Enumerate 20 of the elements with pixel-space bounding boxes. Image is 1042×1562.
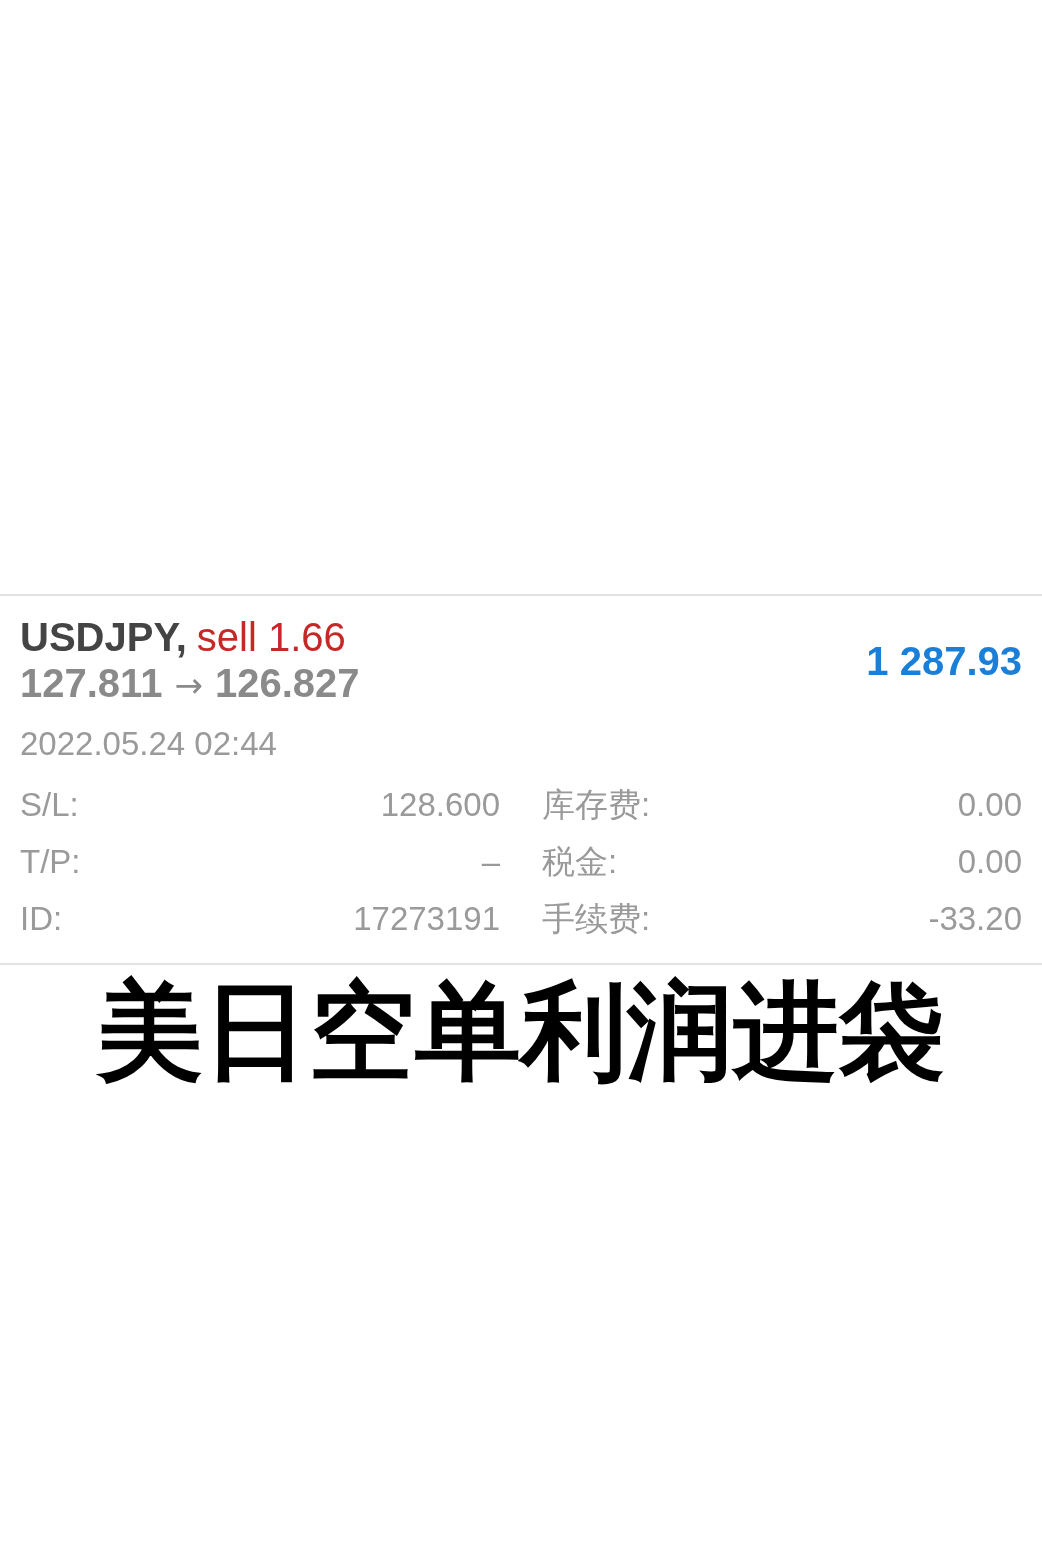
trade-time: 2022.05.24 02:44 (20, 724, 278, 764)
field-value: 0.00 (957, 842, 1022, 882)
field-label: S/L: (20, 785, 79, 825)
field-label: ID: (20, 899, 63, 939)
profit: 1 287.93 (866, 638, 1022, 685)
caption: 美日空单利润进袋 (97, 971, 945, 1091)
order-side: sell 1.66 (196, 614, 346, 660)
field-value: 17273191 (353, 899, 500, 939)
field-value: 0.00 (957, 785, 1022, 825)
field-label: 税金: (542, 842, 618, 882)
field-label: 手续费: (542, 899, 651, 939)
field-label: T/P: (20, 842, 81, 882)
field-label: 库存费: (542, 785, 651, 825)
field-value: 128.600 (380, 785, 500, 825)
open-price: 127.811 (20, 660, 163, 706)
close-price: 126.827 (214, 660, 360, 706)
field-value: – (481, 842, 500, 882)
price-arrow: → (174, 664, 203, 707)
symbol: USDJPY, (20, 614, 187, 660)
field-value: -33.20 (928, 899, 1022, 939)
